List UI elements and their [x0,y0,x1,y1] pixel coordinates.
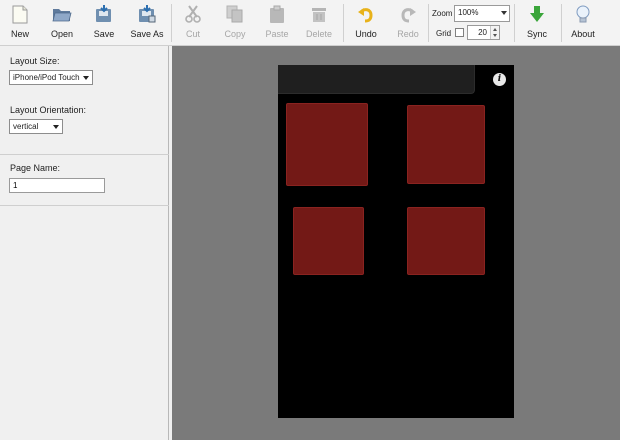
copy-icon [224,3,246,25]
copy-button[interactable]: Copy [222,3,248,43]
chevron-down-icon [53,125,59,129]
save-button[interactable]: Save [90,3,118,43]
about-button[interactable]: About [569,3,597,43]
lightbulb-icon [572,3,594,25]
layout-section: Layout Size: iPhone/iPod Touch Layout Or… [0,46,169,155]
toolbar-separator [561,4,562,42]
new-document-icon [9,3,31,25]
info-icon[interactable]: i [493,73,506,86]
toolbar-separator [428,4,429,42]
save-as-icon [136,3,158,25]
layout-size-label: Layout Size: [10,56,60,66]
pad-button[interactable] [407,207,485,275]
layout-size-value: iPhone/iPod Touch [13,73,80,82]
save-as-label: Save As [130,29,164,39]
paste-button[interactable]: Paste [264,3,290,43]
grid-label: Grid [436,29,452,38]
save-label: Save [93,29,115,39]
copy-label: Copy [224,29,246,39]
pad-button[interactable] [286,103,368,186]
properties-panel: Layout Size: iPhone/iPod Touch Layout Or… [0,46,169,440]
toolbar: New Open Save Save As Cut Copy Paste Del… [0,0,620,46]
sync-label: Sync [526,29,547,39]
layout-orientation-label: Layout Orientation: [10,105,87,115]
redo-label: Redo [397,29,419,39]
stepper-up-icon[interactable] [493,28,497,31]
sync-down-arrow-icon [526,3,548,25]
zoom-label: Zoom [432,9,453,18]
device-top-bar [278,65,475,94]
new-button[interactable]: New [6,3,34,43]
new-label: New [10,29,29,39]
trash-icon [308,3,330,25]
page-section: Page Name: [0,155,169,206]
about-label: About [571,29,595,39]
stepper-down-icon[interactable] [493,34,497,37]
toolbar-separator [514,4,515,42]
grid-checkbox[interactable] [455,28,464,37]
toolbar-separator [343,4,344,42]
undo-button[interactable]: Undo [354,3,378,43]
toolbar-separator [171,4,172,42]
save-icon [93,3,115,25]
open-label: Open [50,29,74,39]
undo-label: Undo [355,29,377,39]
clipboard-icon [266,3,288,25]
device-preview[interactable]: i [278,65,514,418]
stepper-buttons[interactable] [490,26,499,39]
save-as-button[interactable]: Save As [130,3,164,43]
page-name-field[interactable] [9,178,105,193]
chevron-down-icon [83,76,89,80]
delete-button[interactable]: Delete [305,3,333,43]
zoom-select[interactable]: 100% [454,5,510,22]
sync-button[interactable]: Sync [524,3,550,43]
undo-arrow-icon [355,3,377,25]
chevron-down-icon [501,11,507,15]
redo-arrow-icon [397,3,419,25]
redo-button[interactable]: Redo [396,3,420,43]
zoom-grid-controls: Zoom 100% Grid 20 [432,4,512,42]
cut-button[interactable]: Cut [181,3,205,43]
open-button[interactable]: Open [47,3,77,43]
pad-button[interactable] [407,105,485,184]
grid-size-stepper[interactable]: 20 [467,25,500,40]
layout-orientation-value: vertical [13,122,39,131]
cut-label: Cut [185,29,200,39]
open-folder-icon [51,3,73,25]
pad-button[interactable] [293,207,364,275]
delete-label: Delete [305,29,332,39]
zoom-value: 100% [458,8,479,17]
scissors-icon [182,3,204,25]
page-name-label: Page Name: [10,163,61,173]
layout-size-select[interactable]: iPhone/iPod Touch [9,70,93,85]
layout-orientation-select[interactable]: vertical [9,119,63,134]
grid-size-value: 20 [478,28,487,37]
paste-label: Paste [265,29,289,39]
